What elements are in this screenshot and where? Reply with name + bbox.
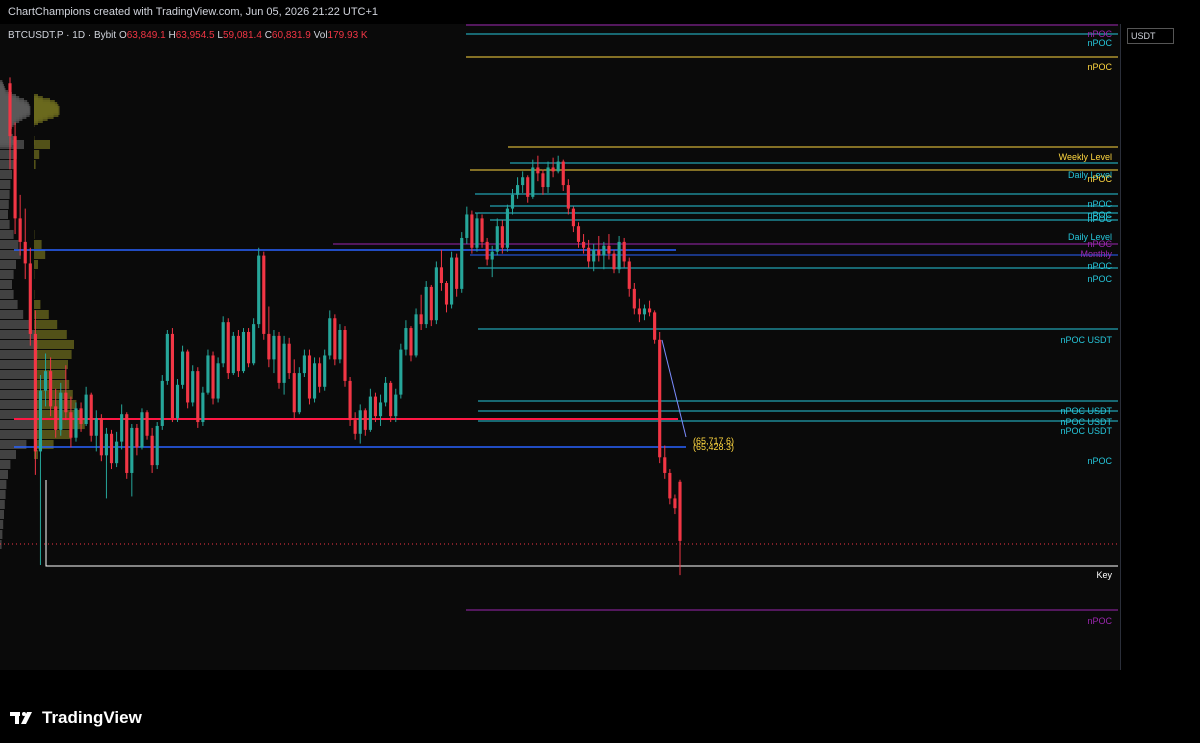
tradingview-logo-text: TradingView xyxy=(42,708,142,727)
low-value: 59,081.4 xyxy=(222,30,262,41)
footer xyxy=(0,690,1200,743)
time-axis[interactable] xyxy=(0,670,1120,690)
open-value: 63,849.1 xyxy=(126,30,166,41)
symbol-label[interactable]: BTCUSDT.P · 1D · Bybit xyxy=(8,30,116,41)
open-key: O xyxy=(118,30,127,41)
volume-value: 179.93 K xyxy=(327,30,368,41)
high-value: 63,954.5 xyxy=(175,30,215,41)
currency-selector[interactable]: USDT xyxy=(1127,28,1174,44)
close-value: 60,831.9 xyxy=(271,30,311,41)
ohlc-legend: BTCUSDT.P · 1D · Bybit O63,849.1 H63,954… xyxy=(8,30,368,41)
top-bar: ChartChampions created with TradingView.… xyxy=(0,0,1200,24)
close-key: C xyxy=(264,30,272,41)
volume-key: Vol xyxy=(313,30,328,41)
tradingview-logo[interactable]: TradingView xyxy=(10,708,142,728)
high-key: H xyxy=(168,30,176,41)
chart-credit: ChartChampions created with TradingView.… xyxy=(8,6,379,18)
tradingview-logo-icon xyxy=(10,712,32,724)
chart-area[interactable] xyxy=(0,24,1120,670)
price-axis[interactable] xyxy=(1120,24,1200,670)
